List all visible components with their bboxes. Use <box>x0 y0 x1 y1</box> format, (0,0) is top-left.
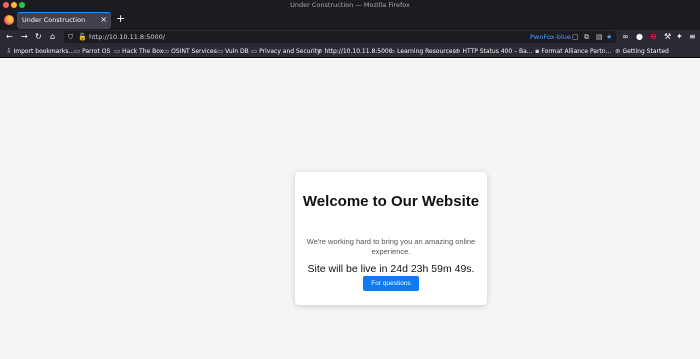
firefox-logo-icon <box>4 15 14 25</box>
back-arrow-icon[interactable]: ← <box>6 31 13 43</box>
bookmark-label: Format Alliance Partn... <box>541 48 612 55</box>
for-questions-button[interactable]: For questions <box>363 276 419 291</box>
bookmarks-toolbar: ⇩ Import bookmarks... ▭ Parrot OS ▭ Hack Th… <box>0 45 700 58</box>
tab-strip: Under Construction × + <box>0 11 700 30</box>
reload-icon[interactable]: ↻ <box>35 31 42 43</box>
bookmark-label: Import bookmarks... <box>13 48 75 55</box>
folder-icon: ▭ <box>217 47 224 55</box>
bookmark-folder-learning-resources[interactable]: ▭ Learning Resources <box>389 46 456 57</box>
translate-icon[interactable]: ⧉ <box>584 31 589 43</box>
extension-infinity-icon[interactable]: ∞ <box>622 31 629 43</box>
bookmark-label: http://10.10.11.8:5000 <box>324 48 393 55</box>
bookmark-folder-osint-services[interactable]: ▭ OSINT Services <box>163 46 217 57</box>
forward-arrow-icon[interactable]: → <box>21 31 28 43</box>
close-icon[interactable]: × <box>100 15 107 25</box>
tab-under-construction[interactable]: Under Construction × <box>17 12 111 29</box>
bookmark-label: HTTP Status 400 – Ba... <box>462 48 533 55</box>
bookmark-star-icon[interactable]: ★ <box>606 31 612 43</box>
tab-label: Under Construction <box>22 16 86 24</box>
bookmark-label: Vuln DB <box>225 48 249 55</box>
folder-icon: ▭ <box>251 47 258 55</box>
bookmark-label: Parrot OS <box>82 48 111 55</box>
bookmark-label: Privacy and Security <box>259 48 321 55</box>
shield-icon[interactable]: ⛉ <box>68 31 73 43</box>
bookmark-http-status[interactable]: ⊕ HTTP Status 400 – Ba... <box>455 46 533 57</box>
page-icon[interactable]: ▢ <box>572 31 579 43</box>
bookmark-folder-privacy-security[interactable]: ▭ Privacy and Security <box>251 46 321 57</box>
folder-icon: ▭ <box>74 47 81 55</box>
page-heading: Welcome to Our Website <box>302 193 480 210</box>
folder-icon: ▭ <box>114 47 121 55</box>
navigation-bar: ← → ↻ ⌂ ⛉ 🔓 http://10.10.11.8:5000/ PwnF… <box>0 30 700 45</box>
extension-circle-icon[interactable]: ● <box>636 31 643 43</box>
window-titlebar: Under Construction — Mozilla Firefox <box>0 0 700 11</box>
page-icon: ▪ <box>535 47 540 55</box>
bookmark-format-alliance[interactable]: ▪ Format Alliance Partn... <box>535 46 611 57</box>
folder-icon: ▭ <box>163 47 170 55</box>
new-tab-button[interactable]: + <box>116 13 125 25</box>
bookmark-folder-hack-the-box[interactable]: ▭ Hack The Box <box>114 46 163 57</box>
container-label[interactable]: PwnFox-blue <box>530 33 571 41</box>
reader-icon[interactable]: ▤ <box>596 31 603 43</box>
bookmark-folder-vuln-db[interactable]: ▭ Vuln DB <box>217 46 249 57</box>
globe-icon: ⊕ <box>615 47 621 55</box>
url-text[interactable]: http://10.10.11.8:5000/ <box>89 33 165 41</box>
bookmark-label: Getting Started <box>622 48 669 55</box>
home-icon[interactable]: ⌂ <box>50 31 55 43</box>
bookmark-import[interactable]: ⇩ Import bookmarks... <box>6 46 74 57</box>
bookmark-label: OSINT Services <box>171 48 217 55</box>
window-title: Under Construction — Mozilla Firefox <box>290 1 410 9</box>
countdown-text: Site will be live in 24d 23h 59m 49s. <box>307 263 475 275</box>
page-viewport: Welcome to Our Website We're working har… <box>0 58 700 359</box>
bookmark-label: Hack The Box <box>122 48 164 55</box>
wrench-icon[interactable]: ⚒ <box>664 31 671 43</box>
import-icon: ⇩ <box>6 47 12 55</box>
folder-icon: ▭ <box>389 47 396 55</box>
insecure-lock-icon[interactable]: 🔓 <box>78 31 87 43</box>
page-message: We're working hard to bring you an amazi… <box>306 237 476 256</box>
globe-icon: ⊕ <box>455 47 461 55</box>
url-bar[interactable]: ⛉ 🔓 http://10.10.11.8:5000/ PwnFox-blue … <box>64 31 616 43</box>
welcome-card: Welcome to Our Website We're working har… <box>295 172 487 305</box>
bookmark-folder-parrot-os[interactable]: ▭ Parrot OS <box>74 46 110 57</box>
extensions-icon[interactable]: ✦ <box>676 31 683 43</box>
extension-block-icon[interactable]: ⊖ <box>650 31 657 43</box>
bookmark-getting-started[interactable]: ⊕ Getting Started <box>615 46 669 57</box>
bookmark-localhost[interactable]: ⊕ http://10.10.11.8:5000 <box>317 46 393 57</box>
bookmark-label: Learning Resources <box>397 48 456 55</box>
menu-icon[interactable]: ≡ <box>689 31 696 43</box>
globe-icon: ⊕ <box>317 47 323 55</box>
